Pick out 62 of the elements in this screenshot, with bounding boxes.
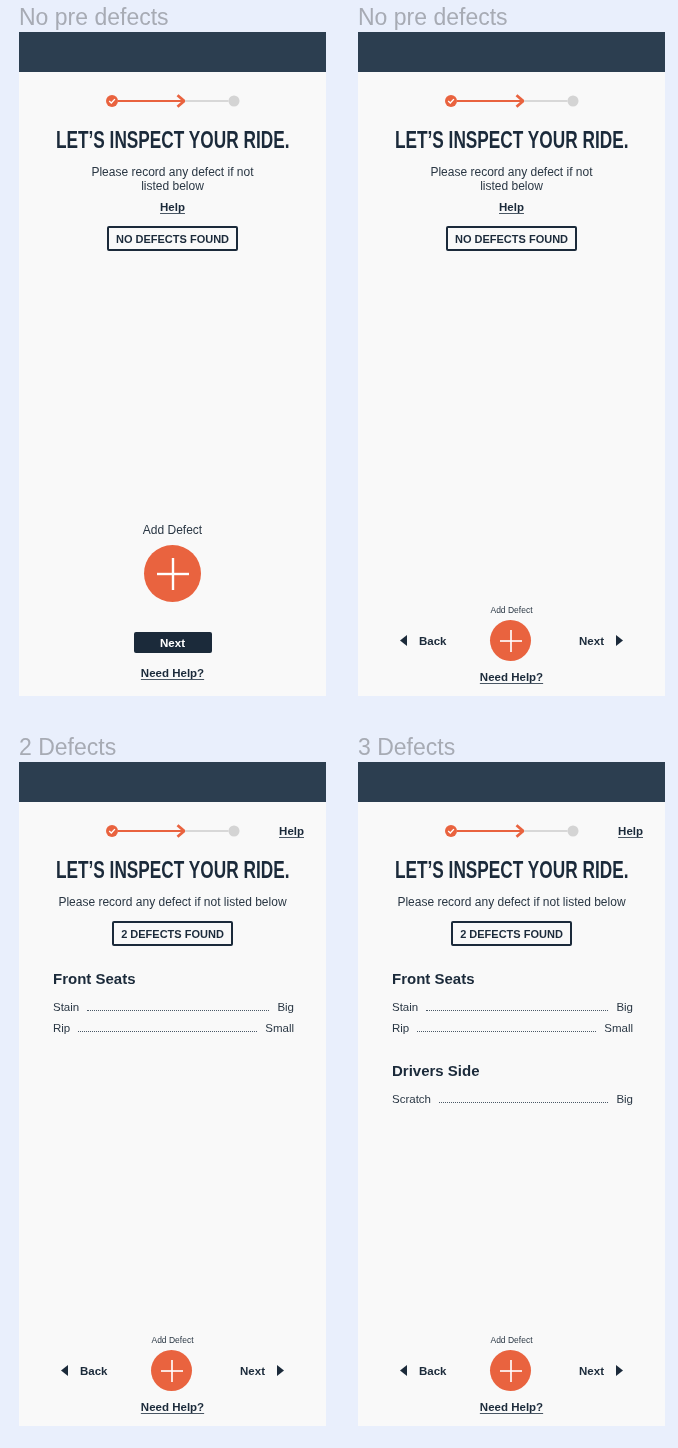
help-link[interactable]: Help: [618, 824, 643, 838]
back-button[interactable]: Back: [400, 634, 447, 647]
back-button[interactable]: Back: [400, 1364, 447, 1377]
defect-size: Small: [265, 1021, 294, 1036]
add-defect-label: Add Defect: [142, 523, 203, 537]
plus-icon: [160, 1359, 183, 1382]
defects-found-button[interactable]: NO DEFECTS FOUND: [445, 226, 578, 251]
right-triangle-icon: [616, 1365, 623, 1376]
next-button[interactable]: Next: [579, 1364, 623, 1377]
add-defect-button[interactable]: [151, 1350, 193, 1391]
add-defect-button[interactable]: [490, 620, 532, 661]
left-triangle-icon: [400, 1365, 407, 1376]
next-button[interactable]: Next: [133, 632, 212, 653]
page-title: LET’S INSPECT YOUR RIDE.: [394, 127, 629, 153]
right-triangle-icon: [616, 635, 623, 646]
need-help-link[interactable]: Need Help?: [479, 670, 544, 684]
defect-name: Rip: [392, 1021, 410, 1036]
defect-size: Big: [277, 1000, 294, 1015]
plus-icon: [156, 557, 189, 590]
defect-group-heading: Front Seats: [392, 970, 476, 988]
instruction-text: Please record any defect if not listed below: [58, 895, 287, 909]
screen-caption: No pre defects: [358, 3, 509, 32]
help-link[interactable]: Help: [499, 200, 524, 214]
page-title: LET’S INSPECT YOUR RIDE.: [55, 857, 290, 883]
page-title: LET’S INSPECT YOUR RIDE.: [394, 857, 629, 883]
right-triangle-icon: [277, 1365, 284, 1376]
screen-caption: 2 Defects: [19, 733, 118, 762]
help-link[interactable]: Help: [279, 824, 304, 838]
defect-size: Small: [604, 1021, 633, 1036]
defect-group-heading: Front Seats: [53, 970, 137, 988]
plus-icon: [499, 1359, 522, 1382]
defect-group-heading: Drivers Side: [392, 1062, 481, 1080]
back-button[interactable]: Back: [61, 1364, 108, 1377]
need-help-link[interactable]: Need Help?: [140, 666, 205, 680]
instruction-text: Please record any defect if not listed below: [429, 165, 594, 193]
need-help-link[interactable]: Need Help?: [479, 1400, 544, 1414]
screen-caption: No pre defects: [19, 3, 170, 32]
add-defect-label: Add Defect: [490, 605, 533, 615]
defects-found-button[interactable]: 2 DEFECTS FOUND: [451, 921, 572, 946]
left-triangle-icon: [61, 1365, 68, 1376]
instruction-text: Please record any defect if not listed below: [90, 165, 255, 193]
page-title: LET’S INSPECT YOUR RIDE.: [55, 127, 290, 153]
add-defect-label: Add Defect: [490, 1335, 533, 1345]
defects-found-button[interactable]: 2 DEFECTS FOUND: [112, 921, 233, 946]
next-button[interactable]: Next: [240, 1364, 284, 1377]
need-help-link[interactable]: Need Help?: [140, 1400, 205, 1414]
add-defect-label: Add Defect: [151, 1335, 194, 1345]
add-defect-button[interactable]: [144, 545, 201, 602]
defect-name: Stain: [392, 1000, 419, 1015]
plus-icon: [499, 629, 522, 652]
add-defect-button[interactable]: [490, 1350, 532, 1391]
next-button[interactable]: Next: [579, 634, 623, 647]
screen-caption: 3 Defects: [358, 733, 457, 762]
defect-size: Big: [616, 1092, 633, 1107]
defects-found-button[interactable]: NO DEFECTS FOUND: [106, 226, 239, 251]
instruction-text: Please record any defect if not listed below: [397, 895, 626, 909]
defect-name: Rip: [53, 1021, 71, 1036]
help-link[interactable]: Help: [160, 200, 185, 214]
left-triangle-icon: [400, 635, 407, 646]
defect-size: Big: [616, 1000, 633, 1015]
defect-name: Scratch: [392, 1092, 431, 1107]
defect-name: Stain: [53, 1000, 80, 1015]
